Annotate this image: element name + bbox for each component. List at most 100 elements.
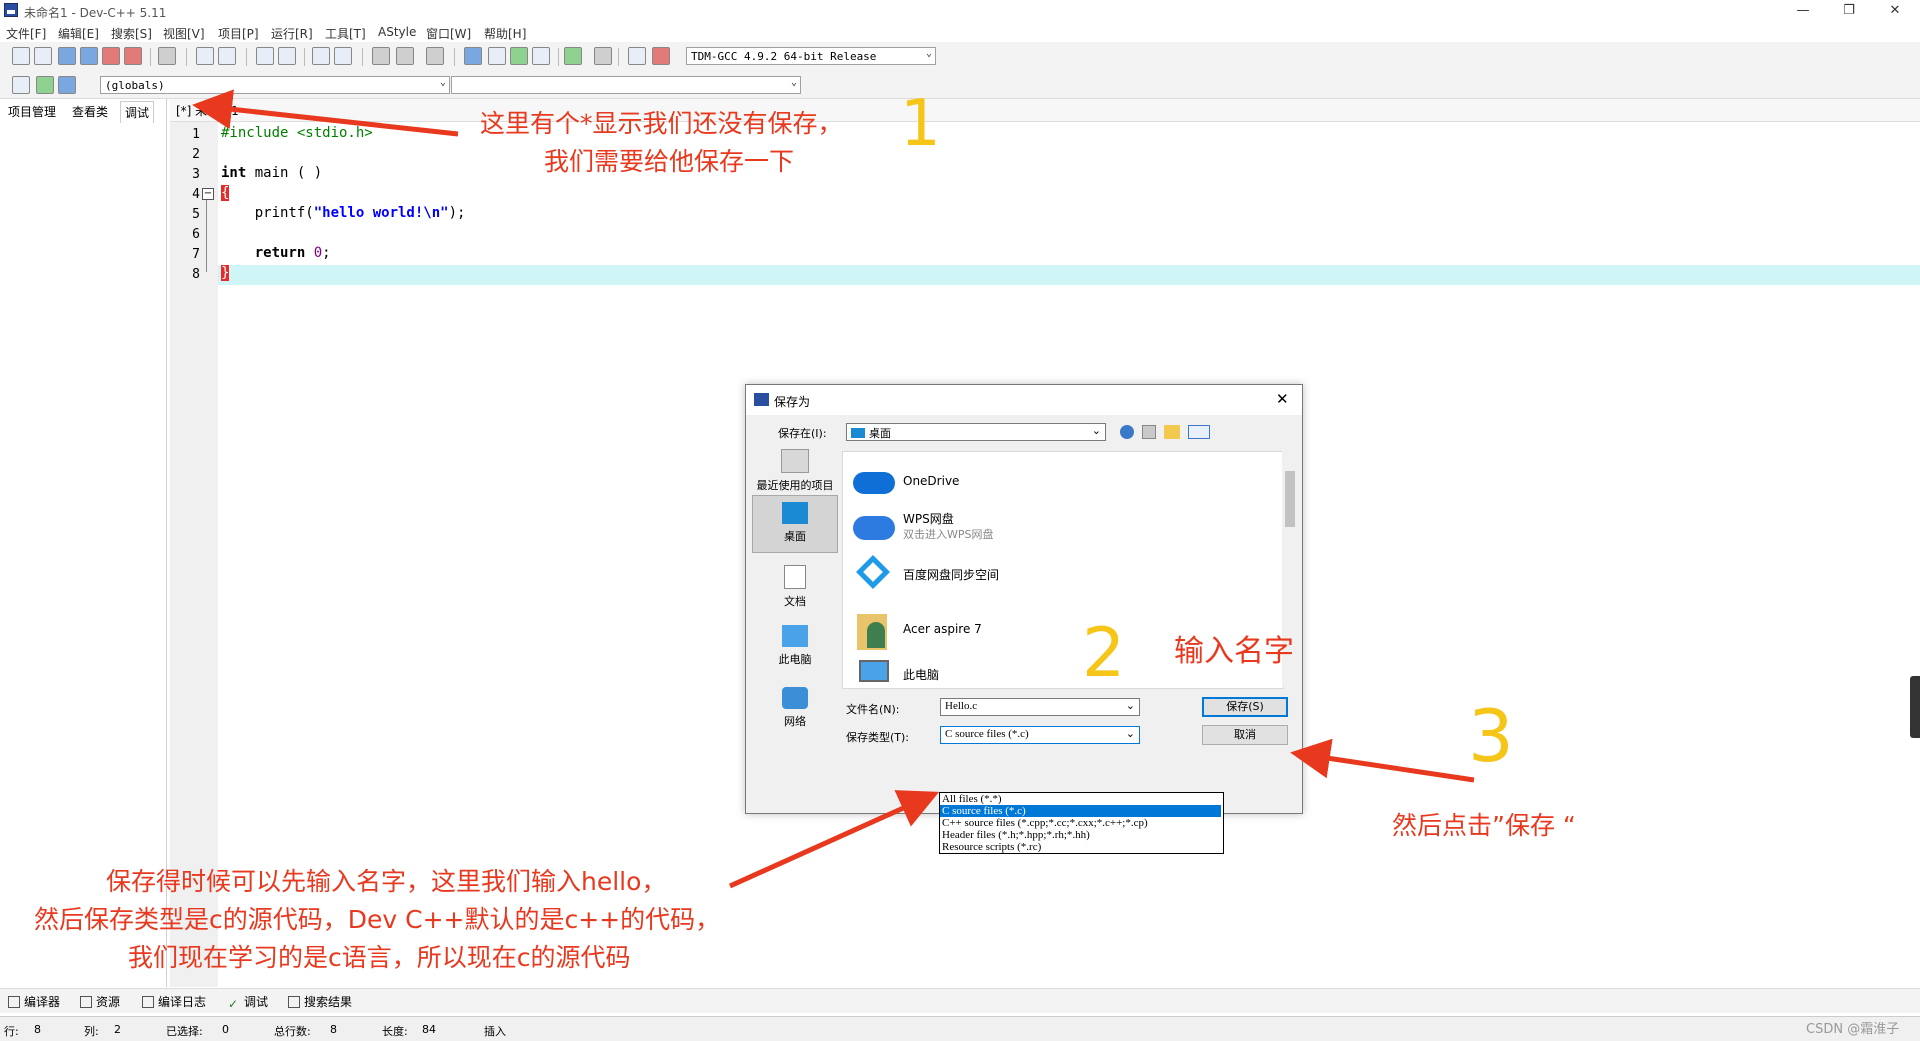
symbol-select[interactable]: ⌄	[451, 76, 801, 94]
place-recent[interactable]: 最近使用的项目	[752, 449, 838, 493]
fold-collapse-icon[interactable]: −	[202, 188, 214, 200]
bar-chart-icon	[142, 996, 154, 1008]
file-name: OneDrive	[903, 474, 960, 488]
tab-resources-label: 资源	[96, 995, 121, 1009]
side-handle	[1910, 676, 1920, 738]
annotation-tip-line-3: 我们现在学习的是c语言，所以现在c的源代码	[128, 943, 631, 972]
code-line-7: return 0;	[221, 245, 331, 261]
editor-tab-bar	[170, 99, 1920, 122]
compile-run-icon[interactable]	[510, 47, 528, 65]
place-documents[interactable]: 文档	[752, 565, 838, 609]
menu-view[interactable]: 视图[V]	[163, 25, 205, 42]
close-all-icon[interactable]	[124, 47, 142, 65]
status-col-value: 2	[114, 1023, 121, 1036]
filename-value: Hello.c	[945, 700, 978, 712]
dialog-title-bar: 保存为 ✕	[746, 385, 1302, 415]
menu-run[interactable]: 运行[R]	[271, 25, 313, 42]
rebuild-icon[interactable]	[532, 47, 550, 65]
filetype-select[interactable]: C source files (*.c) ⌄	[940, 726, 1140, 744]
filetype-value: C source files (*.c)	[945, 728, 1029, 740]
filetype-option[interactable]: Header files (*.h;*.hpp;*.rh;*.hh)	[942, 829, 1090, 841]
editor-tab-untitled[interactable]: [*] 未命名1	[176, 102, 239, 119]
close-file-icon[interactable]	[102, 47, 120, 65]
syntax-check-icon[interactable]	[564, 47, 582, 65]
stop-icon[interactable]	[594, 47, 612, 65]
tab-search-results[interactable]: 搜索结果	[288, 993, 352, 1010]
toggle-bookmark-icon[interactable]	[36, 76, 54, 94]
keyword-return: return	[221, 245, 306, 261]
desktop-icon	[782, 502, 808, 524]
tab-compiler[interactable]: 编译器	[8, 993, 60, 1010]
compiler-select[interactable]: TDM-GCC 4.9.2 64-bit Release ⌄	[686, 47, 936, 65]
place-desktop[interactable]: 桌面	[752, 495, 838, 553]
compile-icon[interactable]	[464, 47, 482, 65]
new-folder-icon[interactable]	[1164, 425, 1180, 439]
cancel-button[interactable]: 取消	[1202, 725, 1288, 745]
save-in-select[interactable]: 桌面 ⌄	[846, 423, 1106, 441]
code-line-5: printf("hello world!\n");	[221, 205, 466, 221]
tab-search-results-label: 搜索结果	[304, 995, 353, 1009]
filetype-label: 保存类型(T):	[846, 731, 910, 744]
file-name: WPS网盘	[903, 512, 954, 526]
status-insert-mode: 插入	[484, 1025, 506, 1038]
indent-icon[interactable]	[312, 47, 330, 65]
scope-select[interactable]: (globals) ⌄	[100, 76, 450, 94]
compiler-select-value: TDM-GCC 4.9.2 64-bit Release	[691, 50, 877, 63]
debug-icon[interactable]	[652, 47, 670, 65]
menu-astyle[interactable]: AStyle	[378, 25, 416, 39]
tab-debug[interactable]: 调试	[120, 101, 155, 123]
save-button[interactable]: 保存(S)	[1202, 697, 1288, 717]
line-number: 7	[192, 247, 200, 262]
filetype-option[interactable]: All files (*.*)	[942, 793, 1002, 805]
chevron-down-icon: ⌄	[1091, 424, 1101, 437]
tab-compiler-label: 编译器	[24, 995, 61, 1009]
menu-project[interactable]: 项目[P]	[218, 25, 259, 42]
bookmark-icon[interactable]	[426, 47, 444, 65]
undo-icon[interactable]	[196, 47, 214, 65]
menu-window[interactable]: 窗口[W]	[426, 25, 471, 42]
tab-resources[interactable]: 资源	[80, 993, 120, 1010]
menu-file[interactable]: 文件[F]	[6, 25, 46, 42]
menu-edit[interactable]: 编辑[E]	[58, 25, 99, 42]
forward-icon[interactable]	[396, 47, 414, 65]
menu-help[interactable]: 帮助[H]	[484, 25, 526, 42]
tab-project-manager[interactable]: 项目管理	[4, 101, 60, 122]
scrollbar-thumb[interactable]	[1285, 471, 1295, 527]
chevron-down-icon: ⌄	[1125, 699, 1135, 712]
redo-icon[interactable]	[218, 47, 236, 65]
goto-bookmark-icon[interactable]	[58, 76, 76, 94]
minimize-button[interactable]: —	[1780, 0, 1826, 22]
back-icon[interactable]	[1120, 425, 1134, 439]
profile-chart-icon[interactable]	[628, 47, 646, 65]
save-all-icon[interactable]	[80, 47, 98, 65]
close-window-button[interactable]: ✕	[1872, 0, 1918, 22]
print-icon[interactable]	[158, 47, 176, 65]
status-length-value: 84	[422, 1023, 436, 1036]
menu-search[interactable]: 搜索[S]	[111, 25, 152, 42]
up-folder-icon[interactable]	[1142, 425, 1156, 439]
tab-debug-label: 调试	[244, 995, 269, 1009]
tab-compile-log[interactable]: 编译日志	[142, 993, 206, 1010]
find-icon[interactable]	[256, 47, 274, 65]
run-icon[interactable]	[488, 47, 506, 65]
replace-icon[interactable]	[278, 47, 296, 65]
filetype-option[interactable]: C++ source files (*.cpp;*.cc;*.cxx;*.c++…	[942, 817, 1148, 829]
open-file-icon[interactable]	[34, 47, 52, 65]
place-recent-label: 最近使用的项目	[756, 479, 834, 492]
menu-tools[interactable]: 工具[T]	[325, 25, 366, 42]
filetype-option-selected[interactable]: C source files (*.c)	[940, 805, 1221, 817]
save-icon[interactable]	[58, 47, 76, 65]
tab-debug-bottom[interactable]: ✓ 调试	[228, 993, 269, 1011]
back-icon[interactable]	[372, 47, 390, 65]
unindent-icon[interactable]	[334, 47, 352, 65]
view-menu-icon[interactable]	[1188, 425, 1210, 439]
insert-icon[interactable]	[12, 76, 30, 94]
place-this-pc[interactable]: 此电脑	[752, 625, 838, 667]
place-network[interactable]: 网络	[752, 687, 838, 729]
filename-input[interactable]: Hello.c ⌄	[940, 698, 1140, 716]
filetype-option[interactable]: Resource scripts (*.rc)	[942, 841, 1041, 853]
tab-class-browser[interactable]: 查看类	[68, 101, 112, 122]
maximize-button[interactable]: ❐	[1826, 0, 1872, 22]
dialog-close-icon[interactable]: ✕	[1276, 390, 1289, 408]
new-file-icon[interactable]	[12, 47, 30, 65]
